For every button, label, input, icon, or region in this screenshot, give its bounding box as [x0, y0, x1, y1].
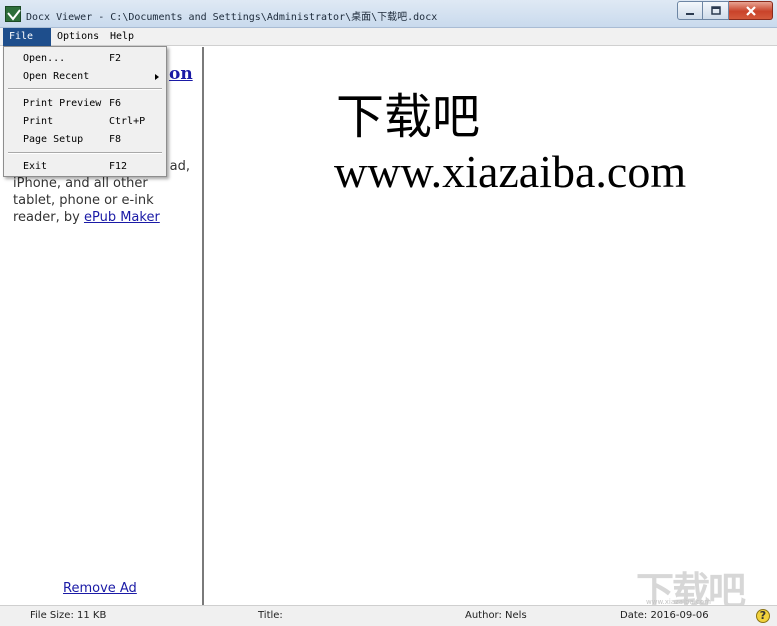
- menu-file-label: File: [9, 31, 34, 42]
- checkmark-icon: [7, 9, 21, 21]
- file-menu-exit[interactable]: Exit F12: [5, 159, 165, 175]
- title-bar: Docx Viewer - C:\Documents and Settings\…: [0, 0, 777, 28]
- status-title: Title:: [258, 610, 283, 621]
- menu-options-label: Options: [57, 31, 100, 42]
- help-icon[interactable]: ?: [756, 609, 770, 623]
- menu-bar: File Options Help: [0, 28, 777, 46]
- document-line-1: 下载吧: [336, 89, 481, 145]
- menu-separator: [8, 152, 162, 154]
- maximize-icon: [710, 5, 721, 15]
- file-menu-print-preview[interactable]: Print Preview F6: [5, 96, 165, 112]
- ad-line-3: tablet, phone or e-ink: [13, 193, 154, 208]
- file-menu-print[interactable]: Print Ctrl+P: [5, 114, 165, 130]
- window-controls: [677, 1, 773, 21]
- file-menu-dropdown: Open... F2 Open Recent Print Preview F6 …: [3, 46, 167, 177]
- file-menu-print-preview-shortcut: F6: [109, 98, 122, 109]
- ad-heading-link[interactable]: on: [169, 64, 193, 84]
- status-author: Author: Nels: [465, 610, 527, 621]
- file-menu-exit-label: Exit: [23, 161, 48, 172]
- file-menu-page-setup-shortcut: F8: [109, 134, 122, 145]
- menu-file[interactable]: File: [3, 28, 51, 46]
- menu-separator: [8, 88, 162, 90]
- file-menu-print-preview-label: Print Preview: [23, 98, 102, 109]
- window-title: Docx Viewer - C:\Documents and Settings\…: [26, 12, 438, 23]
- status-date: Date: 2016-09-06: [620, 610, 709, 621]
- status-file-size: File Size: 11 KB: [30, 610, 107, 621]
- document-line-2: www.xiazaiba.com: [334, 146, 687, 197]
- file-menu-print-shortcut: Ctrl+P: [109, 116, 146, 127]
- remove-ad-link[interactable]: Remove Ad: [63, 581, 137, 596]
- maximize-button[interactable]: [703, 1, 729, 20]
- menu-options[interactable]: Options: [51, 28, 105, 46]
- file-menu-page-setup[interactable]: Page Setup F8: [5, 132, 165, 148]
- close-icon: [745, 5, 756, 16]
- status-bar: File Size: 11 KB Title: Author: Nels Dat…: [0, 605, 777, 626]
- ad-line-2: iPhone, and all other: [13, 176, 148, 191]
- submenu-arrow-icon: [155, 74, 159, 80]
- epub-maker-link[interactable]: ePub Maker: [84, 210, 160, 225]
- close-button[interactable]: [729, 1, 773, 20]
- file-menu-open-shortcut: F2: [109, 53, 122, 64]
- file-menu-page-setup-label: Page Setup: [23, 134, 84, 145]
- file-menu-exit-shortcut: F12: [109, 161, 128, 172]
- file-menu-open-recent[interactable]: Open Recent: [5, 69, 165, 85]
- menu-help-label: Help: [110, 31, 135, 42]
- app-icon[interactable]: [5, 6, 21, 22]
- file-menu-open[interactable]: Open... F2: [5, 51, 165, 67]
- minimize-icon: [686, 12, 694, 15]
- file-menu-open-label: Open...: [23, 53, 66, 64]
- menu-help[interactable]: Help: [104, 28, 140, 46]
- file-menu-open-recent-label: Open Recent: [23, 71, 90, 82]
- ad-line-4: reader, by ePub Maker: [13, 209, 198, 226]
- minimize-button[interactable]: [677, 1, 703, 20]
- ad-line-4-prefix: reader, by: [13, 210, 84, 225]
- document-view[interactable]: 下载吧 www.xiazaiba.com: [206, 47, 777, 605]
- file-menu-print-label: Print: [23, 116, 54, 127]
